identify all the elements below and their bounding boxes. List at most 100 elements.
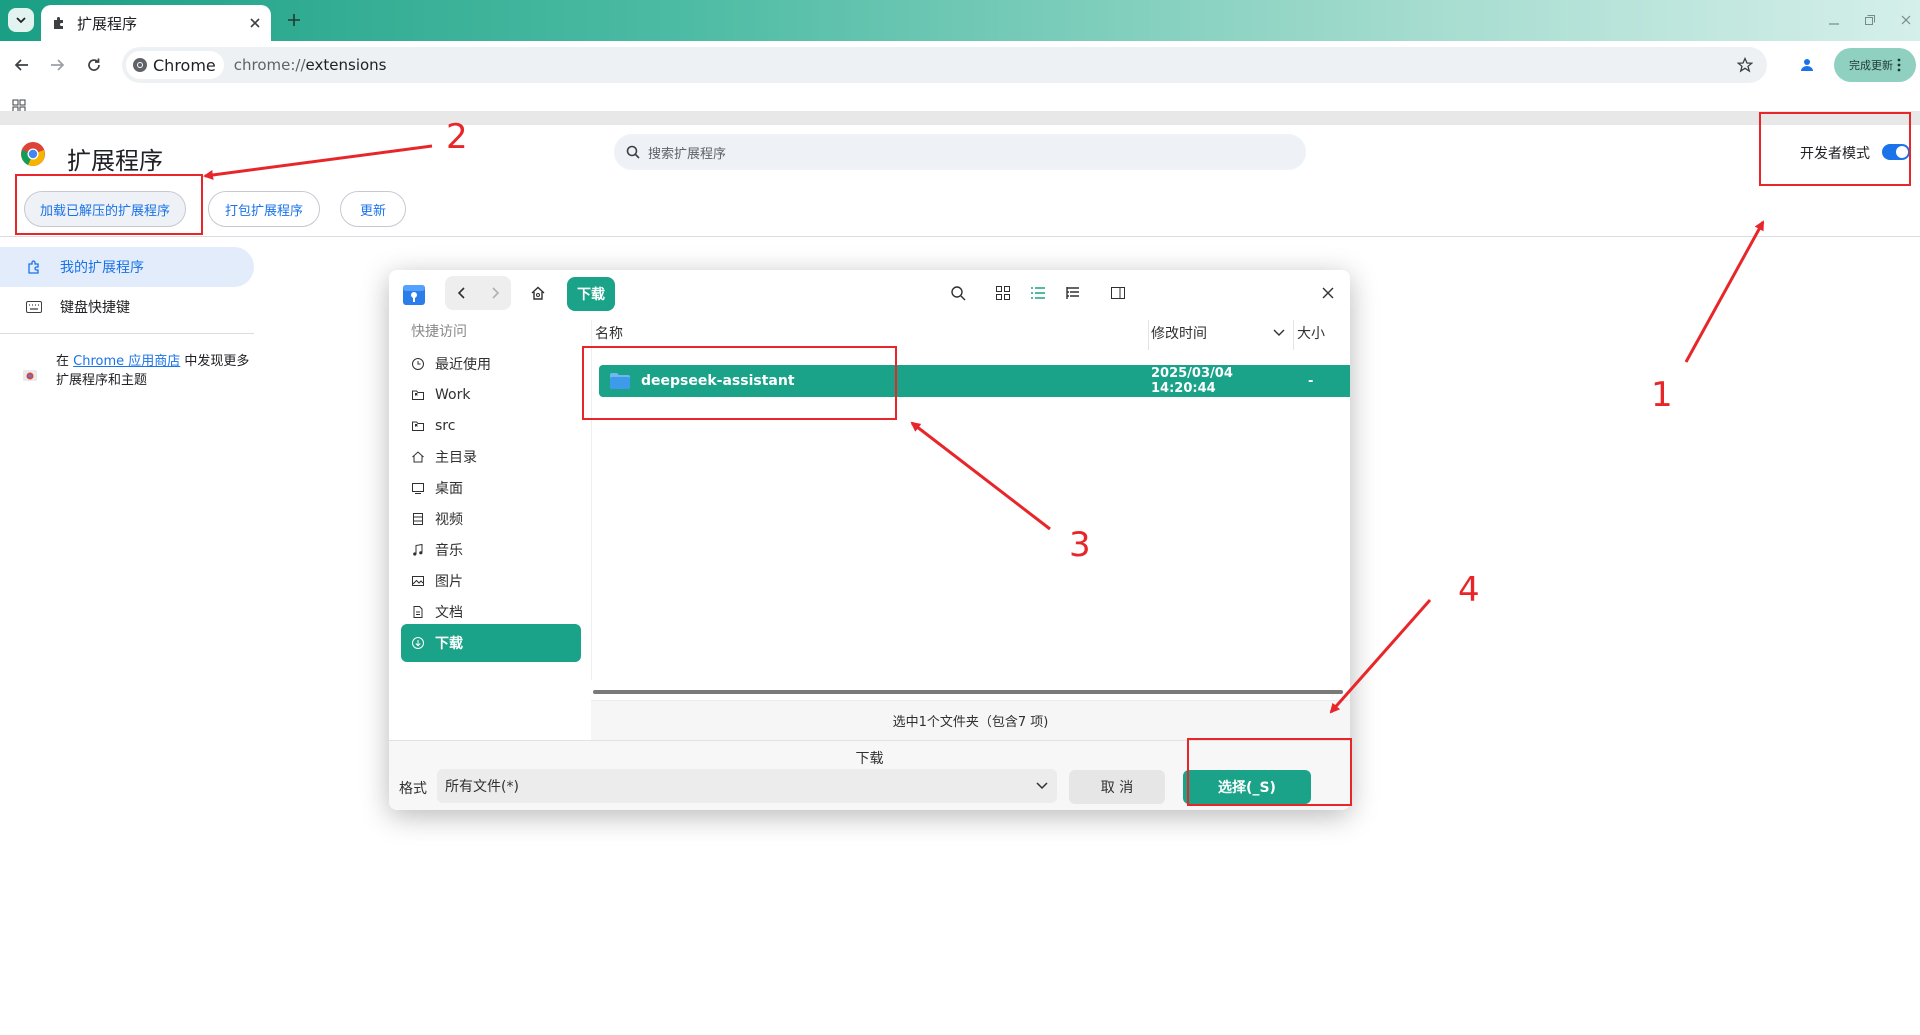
tree-view-button[interactable] bbox=[1062, 282, 1084, 304]
sort-chevron-icon[interactable] bbox=[1273, 329, 1285, 337]
dialog-back-button[interactable] bbox=[445, 276, 478, 310]
quick-access-label: 文档 bbox=[435, 605, 463, 621]
arrow-right-icon bbox=[51, 59, 65, 71]
update-extensions-button[interactable]: 更新 bbox=[340, 191, 406, 227]
dialog-close-button[interactable] bbox=[1317, 282, 1339, 304]
web-store-promo: 在 Chrome 应用商店 中发现更多扩展程序和主题 bbox=[22, 352, 252, 390]
format-select[interactable]: 所有文件(*) bbox=[437, 769, 1057, 803]
chevron-left-icon bbox=[457, 287, 465, 299]
site-chip-label: Chrome bbox=[153, 55, 216, 75]
close-icon bbox=[1322, 287, 1334, 299]
tree-view-icon bbox=[1066, 287, 1079, 299]
content-separator bbox=[0, 111, 1920, 125]
star-icon[interactable] bbox=[1737, 57, 1753, 73]
quick-access-label: 图片 bbox=[435, 574, 463, 590]
chevron-down-icon bbox=[16, 17, 26, 24]
selection-status: 选中1个文件夹（包含7 项) bbox=[591, 700, 1350, 740]
preview-pane-button[interactable] bbox=[1107, 282, 1129, 304]
quick-access-label: 视频 bbox=[435, 512, 463, 528]
minimize-icon bbox=[1829, 23, 1839, 25]
dialog-forward-button[interactable] bbox=[478, 276, 511, 310]
restore-icon bbox=[1865, 15, 1875, 25]
reload-button[interactable] bbox=[82, 53, 106, 77]
column-header-name[interactable]: 名称 bbox=[595, 323, 623, 343]
horizontal-scrollbar[interactable] bbox=[593, 690, 1343, 694]
update-label: 完成更新 bbox=[1849, 59, 1893, 72]
column-header-size[interactable]: 大小 bbox=[1297, 323, 1325, 343]
search-placeholder: 搜索扩展程序 bbox=[648, 146, 727, 162]
close-window-button[interactable] bbox=[1898, 12, 1914, 28]
arrow-left-icon bbox=[14, 59, 28, 71]
reload-icon bbox=[88, 58, 100, 71]
column-separator bbox=[1293, 320, 1294, 350]
cancel-button[interactable]: 取 消 bbox=[1069, 770, 1165, 804]
grid-view-icon bbox=[996, 286, 1010, 300]
column-separator bbox=[1148, 320, 1149, 350]
annotation-number: 4 bbox=[1458, 570, 1480, 610]
list-view-button[interactable] bbox=[1027, 282, 1049, 304]
image-icon bbox=[412, 576, 424, 586]
url-text: chrome://extensions bbox=[234, 56, 387, 74]
page-title: 扩展程序 bbox=[67, 147, 163, 175]
profile-button[interactable] bbox=[1795, 53, 1819, 77]
puzzle-icon bbox=[28, 260, 39, 274]
file-modified: 2025/03/04 14:20:44 bbox=[1151, 366, 1233, 396]
pack-extension-button[interactable]: 打包扩展程序 bbox=[208, 191, 320, 227]
site-chip[interactable]: Chrome bbox=[126, 51, 224, 79]
sidebar-item-label: 我的扩展程序 bbox=[60, 260, 144, 276]
new-tab-button[interactable] bbox=[282, 8, 306, 32]
quick-access-label: 音乐 bbox=[435, 543, 463, 559]
icon-view-button[interactable] bbox=[992, 282, 1014, 304]
breadcrumb-current[interactable]: 下载 bbox=[567, 277, 615, 311]
chrome-logo-icon bbox=[21, 142, 45, 166]
home-icon bbox=[531, 286, 545, 300]
address-bar[interactable]: Chrome chrome://extensions bbox=[122, 47, 1767, 83]
quick-access-label: 桌面 bbox=[435, 481, 463, 497]
tab-search-button[interactable] bbox=[8, 8, 34, 32]
annotation-box-load-unpacked bbox=[15, 174, 203, 235]
list-view-icon bbox=[1031, 287, 1045, 299]
music-icon bbox=[413, 543, 423, 556]
tab-extensions[interactable]: 扩展程序 bbox=[41, 5, 271, 41]
search-icon bbox=[626, 145, 640, 159]
chevron-down-icon bbox=[1036, 782, 1048, 790]
sidebar-item-my-extensions[interactable]: 我的扩展程序 bbox=[0, 247, 254, 287]
minimize-button[interactable] bbox=[1826, 12, 1842, 28]
dialog-home-button[interactable] bbox=[527, 282, 549, 304]
file-size: - bbox=[1308, 373, 1314, 389]
quick-access-item-9[interactable]: 下载 bbox=[401, 624, 581, 662]
format-value: 所有文件(*) bbox=[445, 779, 519, 795]
puzzle-icon bbox=[54, 17, 63, 29]
document-icon bbox=[413, 606, 423, 618]
sidebar-item-label: 键盘快捷键 bbox=[60, 300, 130, 316]
clock-icon bbox=[412, 358, 424, 370]
quick-access-label: 最近使用 bbox=[435, 357, 491, 373]
dialog-search-button[interactable] bbox=[947, 282, 969, 304]
restore-button[interactable] bbox=[1862, 12, 1878, 28]
quick-access-label: Work bbox=[435, 387, 471, 403]
keyboard-icon bbox=[26, 301, 42, 313]
column-header-modified[interactable]: 修改时间 bbox=[1151, 323, 1207, 343]
file-manager-app-icon bbox=[403, 285, 425, 305]
back-button[interactable] bbox=[10, 53, 34, 77]
quick-access-label: 下载 bbox=[435, 636, 463, 652]
folder-bookmark-icon bbox=[412, 390, 424, 400]
web-store-link[interactable]: Chrome 应用商店 bbox=[73, 354, 180, 369]
quick-access-label: 主目录 bbox=[435, 450, 477, 466]
annotation-box-dev-mode bbox=[1759, 112, 1911, 186]
extension-search-input[interactable]: 搜索扩展程序 bbox=[614, 134, 1306, 170]
format-label: 格式 bbox=[399, 781, 427, 797]
url-path: extensions bbox=[305, 56, 387, 74]
annotation-box-select bbox=[1187, 738, 1352, 806]
close-icon[interactable] bbox=[249, 17, 261, 29]
annotation-number: 1 bbox=[1651, 375, 1673, 415]
folder-bookmark-icon bbox=[412, 421, 424, 431]
sidebar-item-keyboard-shortcuts[interactable]: 键盘快捷键 bbox=[0, 287, 254, 327]
update-button[interactable]: 完成更新 bbox=[1834, 48, 1916, 82]
annotation-box-folder bbox=[582, 346, 897, 420]
forward-button[interactable] bbox=[45, 53, 69, 77]
chevron-right-icon bbox=[491, 287, 499, 299]
sidebar-divider bbox=[0, 333, 254, 334]
store-prefix: 在 bbox=[56, 354, 74, 369]
history-nav bbox=[445, 276, 511, 310]
